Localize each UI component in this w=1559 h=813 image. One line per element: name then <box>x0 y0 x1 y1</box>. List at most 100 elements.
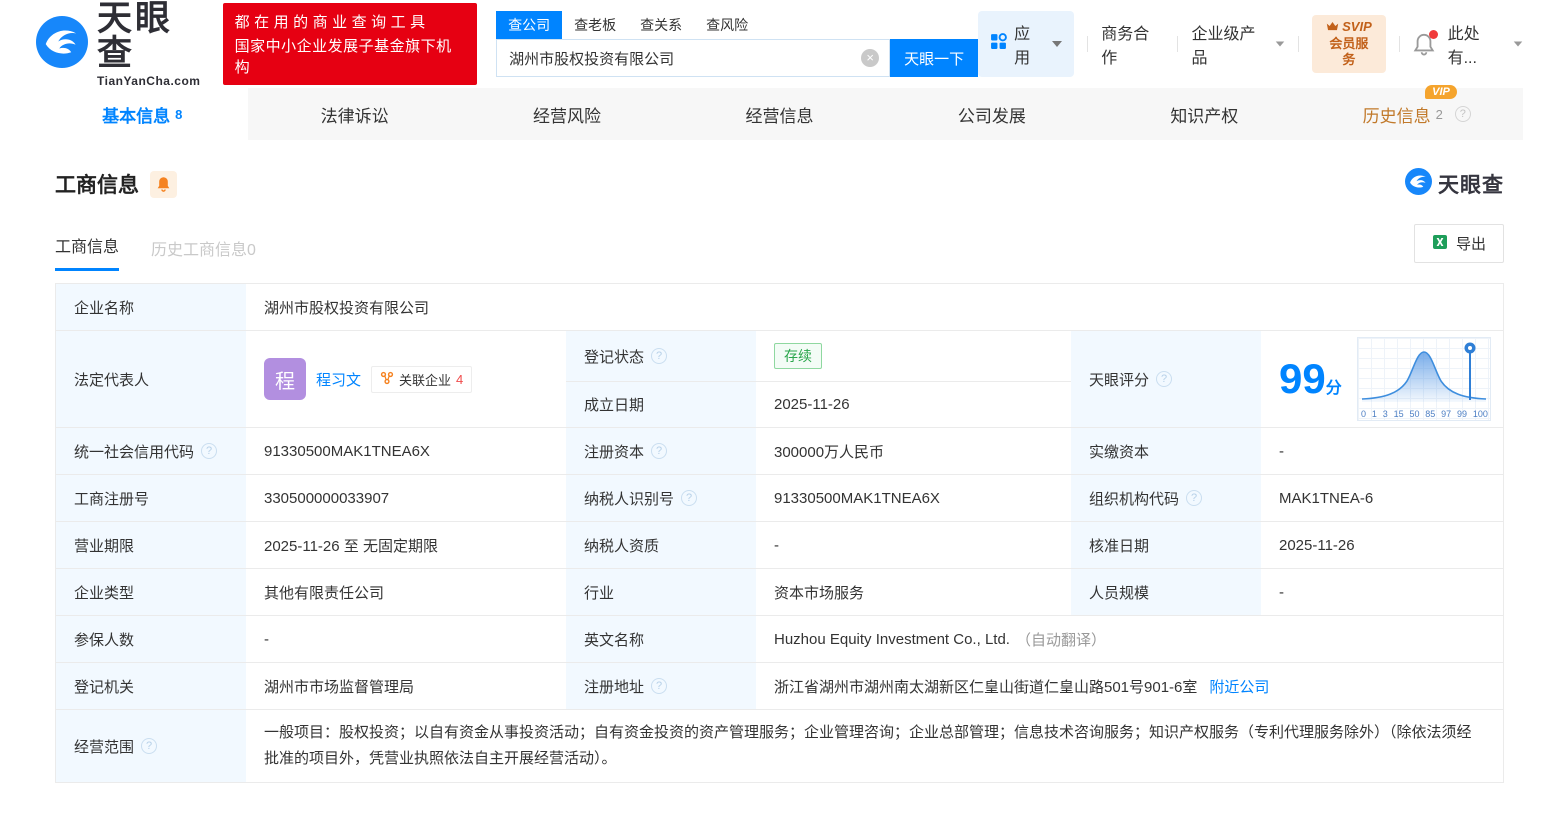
nav-cooperation[interactable]: 商务合作 <box>1101 20 1164 68</box>
chevron-down-icon <box>1052 41 1063 47</box>
taxpayer-id-label-text: 纳税人识别号 <box>584 490 675 508</box>
svip-member-button[interactable]: SVIP 会员服务 <box>1312 14 1386 74</box>
table-row: 统一社会信用代码 ? 91330500MAK1TNEA6X 注册资本 ? 300… <box>56 428 1503 475</box>
tab-legal-litigation-label: 法律诉讼 <box>320 106 389 126</box>
help-icon[interactable]: ? <box>681 490 698 506</box>
score-axis-ticks: 0 1 3 15 50 85 97 99 100 <box>1359 409 1489 421</box>
tab-history-info[interactable]: VIP 历史信息 2 ? <box>1311 84 1523 140</box>
tianyancha-logo[interactable]: 天眼查 TianYanCha.com <box>36 1 210 88</box>
tick: 97 <box>1441 409 1452 419</box>
tab-intellectual-property-label: 知识产权 <box>1170 106 1239 126</box>
field-value-business-term: 2025-11-26 至 无固定期限 <box>246 522 566 568</box>
help-icon[interactable]: ? <box>141 738 158 754</box>
score-value: 99 <box>1279 355 1326 402</box>
field-label-legal-rep: 法定代表人 <box>56 331 246 427</box>
help-icon[interactable]: ? <box>651 678 668 694</box>
tab-legal-litigation[interactable]: 法律诉讼 <box>248 88 460 140</box>
nearby-companies-link[interactable]: 附近公司 <box>1209 676 1269 697</box>
field-value-reg-capital: 300000万人民币 <box>756 428 1071 474</box>
field-label-reg-number: 工商注册号 <box>56 475 246 521</box>
table-row: 企业名称 湖州市股权投资有限公司 <box>56 284 1503 331</box>
help-icon[interactable]: ? <box>651 443 668 459</box>
table-row: 经营范围 ? 一般项目：股权投资；以自有资金从事投资活动；自有资金投资的资产管理… <box>56 710 1503 782</box>
nav-enterprise-products[interactable]: 企业级产品 <box>1191 20 1285 68</box>
brand-name: 天眼查 <box>97 0 174 73</box>
business-info-table: 企业名称 湖州市股权投资有限公司 法定代表人 程 程习文 关联企业 4 登记状态… <box>55 283 1504 783</box>
export-label: 导出 <box>1455 236 1486 253</box>
help-icon[interactable]: ? <box>651 348 668 364</box>
subtab-history-registration[interactable]: 历史工商信息0 <box>151 236 256 271</box>
tick: 99 <box>1457 409 1468 419</box>
field-label-approval-date: 核准日期 <box>1071 522 1261 568</box>
tick: 0 <box>1361 409 1367 419</box>
search-tab-risk[interactable]: 查风险 <box>694 11 760 39</box>
tab-business-info[interactable]: 经营信息 <box>673 88 885 140</box>
tab-intellectual-property[interactable]: 知识产权 <box>1098 88 1310 140</box>
tick: 15 <box>1393 409 1404 419</box>
tab-company-development[interactable]: 公司发展 <box>886 88 1098 140</box>
related-companies-count: 4 <box>456 371 464 387</box>
table-row: 法定代表人 程 程习文 关联企业 4 登记状态 ? 存续 成立日期 2025-1… <box>56 331 1503 428</box>
tab-basic-info[interactable]: 基本信息 8 <box>36 88 249 140</box>
help-icon[interactable]: ? <box>1156 371 1173 387</box>
reg-capital-label-text: 注册资本 <box>584 443 645 461</box>
search-tab-company[interactable]: 查公司 <box>496 11 563 39</box>
field-label-credit-code: 统一社会信用代码 ? <box>56 428 246 474</box>
chevron-down-icon <box>1513 41 1523 47</box>
field-value-reg-number: 330500000033907 <box>246 475 566 521</box>
notification-bell-icon[interactable] <box>1413 30 1438 56</box>
subtab-business-registration[interactable]: 工商信息 <box>55 233 120 271</box>
tab-operational-risk[interactable]: 经营风险 <box>461 88 673 140</box>
field-label-industry: 行业 <box>566 569 756 615</box>
crown-icon <box>1326 19 1339 36</box>
nested-cells: 登记状态 ? 存续 成立日期 2025-11-26 <box>566 331 1071 427</box>
reg-status-label-text: 登记状态 <box>584 348 645 366</box>
table-row: 登记状态 ? 存续 <box>566 331 1071 382</box>
help-icon[interactable]: ? <box>1186 490 1203 506</box>
field-label-insured-count: 参保人数 <box>56 616 246 662</box>
score-label-text: 天眼评分 <box>1089 371 1150 389</box>
search-input[interactable] <box>496 39 891 77</box>
field-value-staff-size: - <box>1261 569 1503 615</box>
search-button[interactable]: 天眼一下 <box>890 39 979 77</box>
section-title: 工商信息 <box>55 174 139 197</box>
field-value-taxpayer-id: 91330500MAK1TNEA6X <box>756 475 1071 521</box>
apps-menu[interactable]: 应用 <box>978 11 1075 77</box>
field-value-approval-date: 2025-11-26 <box>1261 522 1503 568</box>
field-value-est-date: 2025-11-26 <box>756 382 1071 427</box>
tick: 3 <box>1382 409 1388 419</box>
table-row: 工商注册号 330500000033907 纳税人识别号 ? 91330500M… <box>56 475 1503 522</box>
help-icon[interactable]: ? <box>201 443 218 459</box>
field-label-english-name: 英文名称 <box>566 616 756 662</box>
tab-basic-info-count: 8 <box>175 106 183 122</box>
apps-grid-icon <box>990 33 1008 55</box>
table-row: 企业类型 其他有限责任公司 行业 资本市场服务 人员规模 - <box>56 569 1503 616</box>
field-value-industry: 资本市场服务 <box>756 569 1071 615</box>
field-label-reg-capital: 注册资本 ? <box>566 428 756 474</box>
divider <box>1398 36 1400 52</box>
field-value-insured-count: - <box>246 616 566 662</box>
related-companies-badge[interactable]: 关联企业 4 <box>371 365 473 393</box>
table-row: 参保人数 - 英文名称 Huzhou Equity Investment Co.… <box>56 616 1503 663</box>
field-label-reg-address: 注册地址 ? <box>566 663 756 709</box>
search-tab-boss[interactable]: 查老板 <box>562 11 628 39</box>
tab-operational-risk-label: 经营风险 <box>533 106 602 126</box>
user-account-menu[interactable]: 此处有... <box>1448 20 1523 68</box>
legal-rep-name-link[interactable]: 程习文 <box>316 369 361 390</box>
export-button[interactable]: 导出 <box>1413 224 1504 263</box>
search-tab-relation[interactable]: 查关系 <box>628 11 694 39</box>
help-icon[interactable]: ? <box>1454 106 1471 122</box>
credit-code-label-text: 统一社会信用代码 <box>74 443 195 461</box>
chevron-down-icon <box>1276 41 1285 47</box>
tick: 100 <box>1472 409 1488 419</box>
field-label-staff-size: 人员规模 <box>1071 569 1261 615</box>
nav-enterprise-label: 企业级产品 <box>1191 26 1256 67</box>
reg-address-text: 浙江省湖州市湖州南太湖新区仁皇山街道仁皇山路501号901-6室 <box>774 678 1198 696</box>
monitor-bell-icon[interactable] <box>150 170 177 198</box>
auto-translate-note: （自动翻译） <box>1015 631 1106 649</box>
tick: 1 <box>1371 409 1377 419</box>
field-label-taxpayer-quality: 纳税人资质 <box>566 522 756 568</box>
legal-rep-avatar[interactable]: 程 <box>264 358 306 400</box>
field-value-reg-address: 浙江省湖州市湖州南太湖新区仁皇山街道仁皇山路501号901-6室 附近公司 <box>756 663 1503 709</box>
tab-basic-info-label: 基本信息 <box>102 106 171 126</box>
